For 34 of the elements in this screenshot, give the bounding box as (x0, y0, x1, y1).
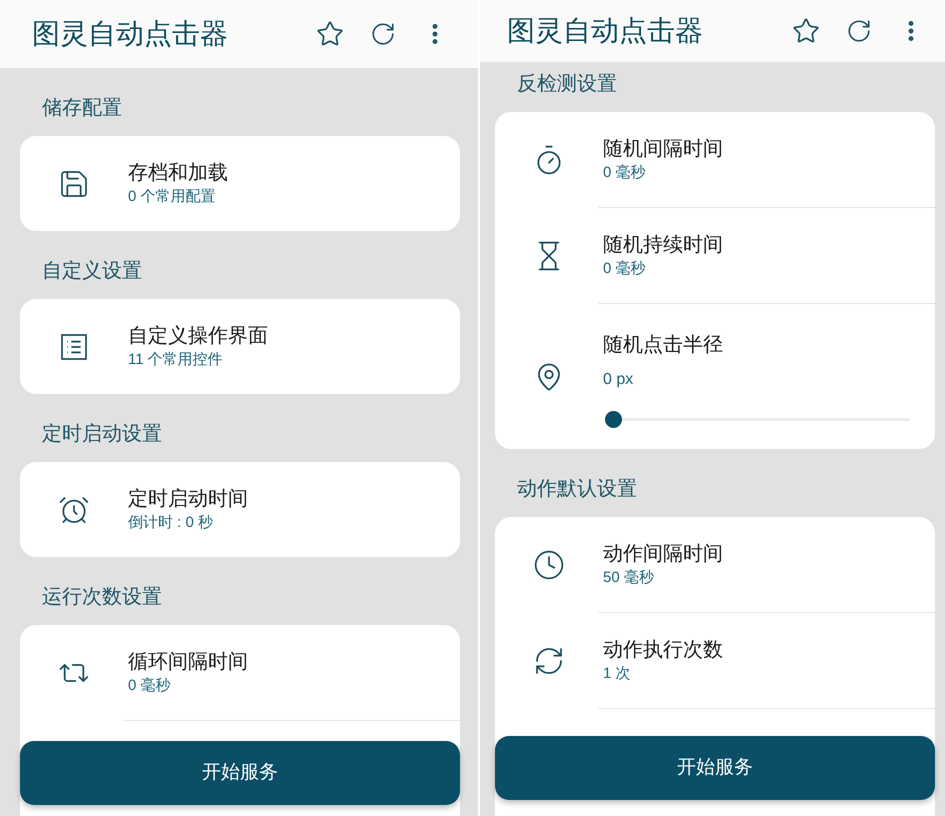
setting-value: 0 毫秒 (603, 259, 646, 279)
star-icon[interactable] (316, 20, 344, 48)
section-title: 自定义设置 (41, 260, 143, 282)
setting-value: 0 毫秒 (603, 163, 646, 183)
slider-thumb[interactable] (605, 410, 622, 428)
setting-value: 11 个常用控件 (128, 350, 223, 370)
setting-title: 动作间隔时间 (603, 542, 723, 567)
section-title: 动作默认设置 (516, 478, 638, 500)
app-title: 图灵自动点击器 (507, 14, 703, 48)
setting-title: 随机间隔时间 (603, 137, 723, 162)
setting-title: 随机点击半径 (603, 332, 724, 358)
refresh-icon[interactable] (370, 21, 396, 47)
setting-title: 自定义操作界面 (128, 324, 268, 349)
setting-value: 0 px (603, 370, 634, 390)
setting-title: 随机持续时间 (603, 233, 723, 258)
setting-title: 存档和加载 (128, 161, 228, 186)
setting-value: 0 个常用配置 (128, 187, 216, 207)
section-title: 定时启动设置 (41, 423, 163, 445)
start-service-button[interactable]: 开始服务 (495, 736, 935, 800)
setting-value: 倒计时 : 0 秒 (128, 513, 214, 533)
setting-title: 定时启动时间 (128, 487, 248, 512)
setting-title: 循环间隔时间 (128, 650, 248, 675)
app-title: 图灵自动点击器 (32, 17, 228, 51)
setting-value: 1 次 (603, 664, 631, 684)
star-icon[interactable] (792, 17, 820, 45)
setting-title: 动作执行次数 (603, 638, 723, 663)
setting-value: 0 毫秒 (128, 676, 171, 696)
section-title: 储存配置 (41, 97, 123, 119)
section-title: 反检测设置 (516, 73, 618, 95)
section-title: 运行次数设置 (41, 586, 163, 608)
refresh-icon[interactable] (846, 18, 872, 44)
start-service-button[interactable]: 开始服务 (20, 741, 460, 805)
setting-value: 50 毫秒 (603, 568, 654, 588)
clock-icon (533, 548, 565, 580)
